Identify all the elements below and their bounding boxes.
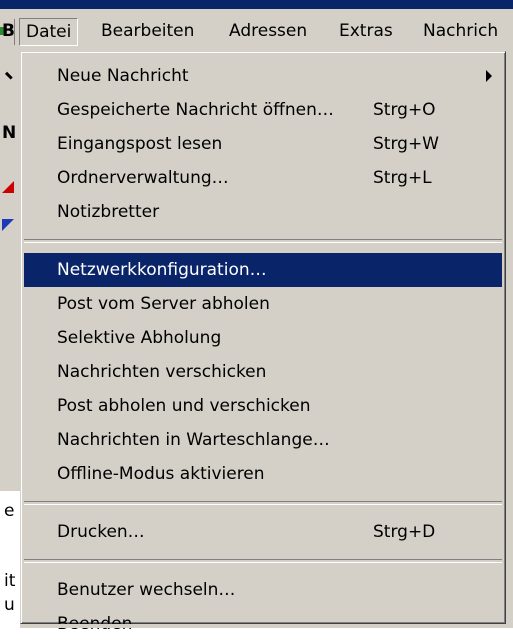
menu-item-eingangspost-lesen[interactable]: Eingangspost lesen Strg+W [24, 127, 502, 161]
toolbar-icon-blue-arrow[interactable] [2, 219, 14, 231]
menu-item-ordnerverwaltung[interactable]: Ordnerverwaltung… Strg+L [24, 161, 502, 195]
datei-dropdown-menu: Neue Nachricht Gespeicherte Nachricht öf… [20, 51, 506, 634]
menu-separator [24, 239, 502, 243]
menu-separator [24, 501, 502, 505]
menu-item-shortcut: Strg+D [373, 522, 436, 542]
menu-item-shortcut: Strg+O [373, 100, 436, 120]
menubar-left-glyph: B [2, 21, 15, 41]
menu-nachrichten[interactable]: Nachrich [416, 18, 505, 44]
menu-extras[interactable]: Extras [332, 18, 400, 44]
menu-item-selektive-abholung[interactable]: Selektive Abholung [24, 321, 502, 355]
menu-item-label: Netzwerkkonfiguration… [57, 260, 267, 280]
menu-item-neue-nachricht[interactable]: Neue Nachricht [24, 59, 502, 93]
toolbar-slice: N [0, 51, 20, 491]
menu-item-gespeicherte-nachricht-oeffnen[interactable]: Gespeicherte Nachricht öffnen… Strg+O [24, 93, 502, 127]
menu-separator [24, 559, 502, 563]
menu-item-label: Nachrichten in Warteschlange… [57, 430, 330, 450]
menu-item-label: Post abholen und verschicken [57, 396, 311, 416]
menu-item-shortcut: Strg+W [373, 134, 439, 154]
menu-item-label: Benutzer wechseln… [57, 580, 236, 600]
menu-item-label: Eingangspost lesen [57, 134, 223, 154]
background-text-fragment: it [4, 571, 16, 591]
background-text-fragment: e [4, 501, 15, 521]
menu-bar: B Datei Bearbeiten Adressen Extras Nachr… [0, 9, 513, 51]
background-text-fragment: u [4, 595, 15, 615]
menu-adressen[interactable]: Adressen [222, 18, 314, 44]
background-window-content: N e it u [0, 51, 20, 628]
menu-item-netzwerkkonfiguration[interactable]: Netzwerkkonfiguration… [24, 253, 502, 287]
menu-item-label: Notizbretter [57, 202, 160, 222]
menu-item-label: Nachrichten verschicken [57, 362, 267, 382]
menu-item-drucken[interactable]: Drucken… Strg+D [24, 515, 502, 549]
menu-item-offline-modus-aktivieren[interactable]: Offline-Modus aktivieren [24, 457, 502, 491]
menu-item-label: Post vom Server abholen [57, 294, 270, 314]
window-bottom-edge [20, 624, 513, 628]
menu-item-label: Selektive Abholung [57, 328, 222, 348]
window-right-edge [506, 51, 513, 628]
menu-datei[interactable]: Datei [19, 18, 79, 46]
menu-bearbeiten[interactable]: Bearbeiten [94, 18, 201, 44]
menu-item-nachrichten-verschicken[interactable]: Nachrichten verschicken [24, 355, 502, 389]
menu-item-notizbretter[interactable]: Notizbretter [24, 195, 502, 229]
menu-item-label: Offline-Modus aktivieren [57, 464, 265, 484]
toolbar-icon-delete[interactable] [0, 71, 13, 86]
toolbar-icon-new[interactable]: N [2, 125, 16, 142]
menu-item-label: Drucken… [57, 522, 145, 542]
window-title-bar [0, 0, 513, 9]
menu-item-label: Ordnerverwaltung… [57, 168, 229, 188]
menu-item-post-abholen-und-verschicken[interactable]: Post abholen und verschicken [24, 389, 502, 423]
menu-item-shortcut: Strg+L [373, 168, 432, 188]
submenu-arrow-icon [486, 70, 492, 82]
menu-item-label: Gespeicherte Nachricht öffnen… [57, 100, 334, 120]
toolbar-icon-red-arrow[interactable] [2, 181, 14, 193]
menubar-left-edge: B [0, 19, 15, 45]
menu-item-post-vom-server-abholen[interactable]: Post vom Server abholen [24, 287, 502, 321]
menu-item-label: Neue Nachricht [57, 66, 189, 86]
menu-item-nachrichten-in-warteschlange[interactable]: Nachrichten in Warteschlange… [24, 423, 502, 457]
menu-item-benutzer-wechseln[interactable]: Benutzer wechseln… [24, 573, 502, 607]
